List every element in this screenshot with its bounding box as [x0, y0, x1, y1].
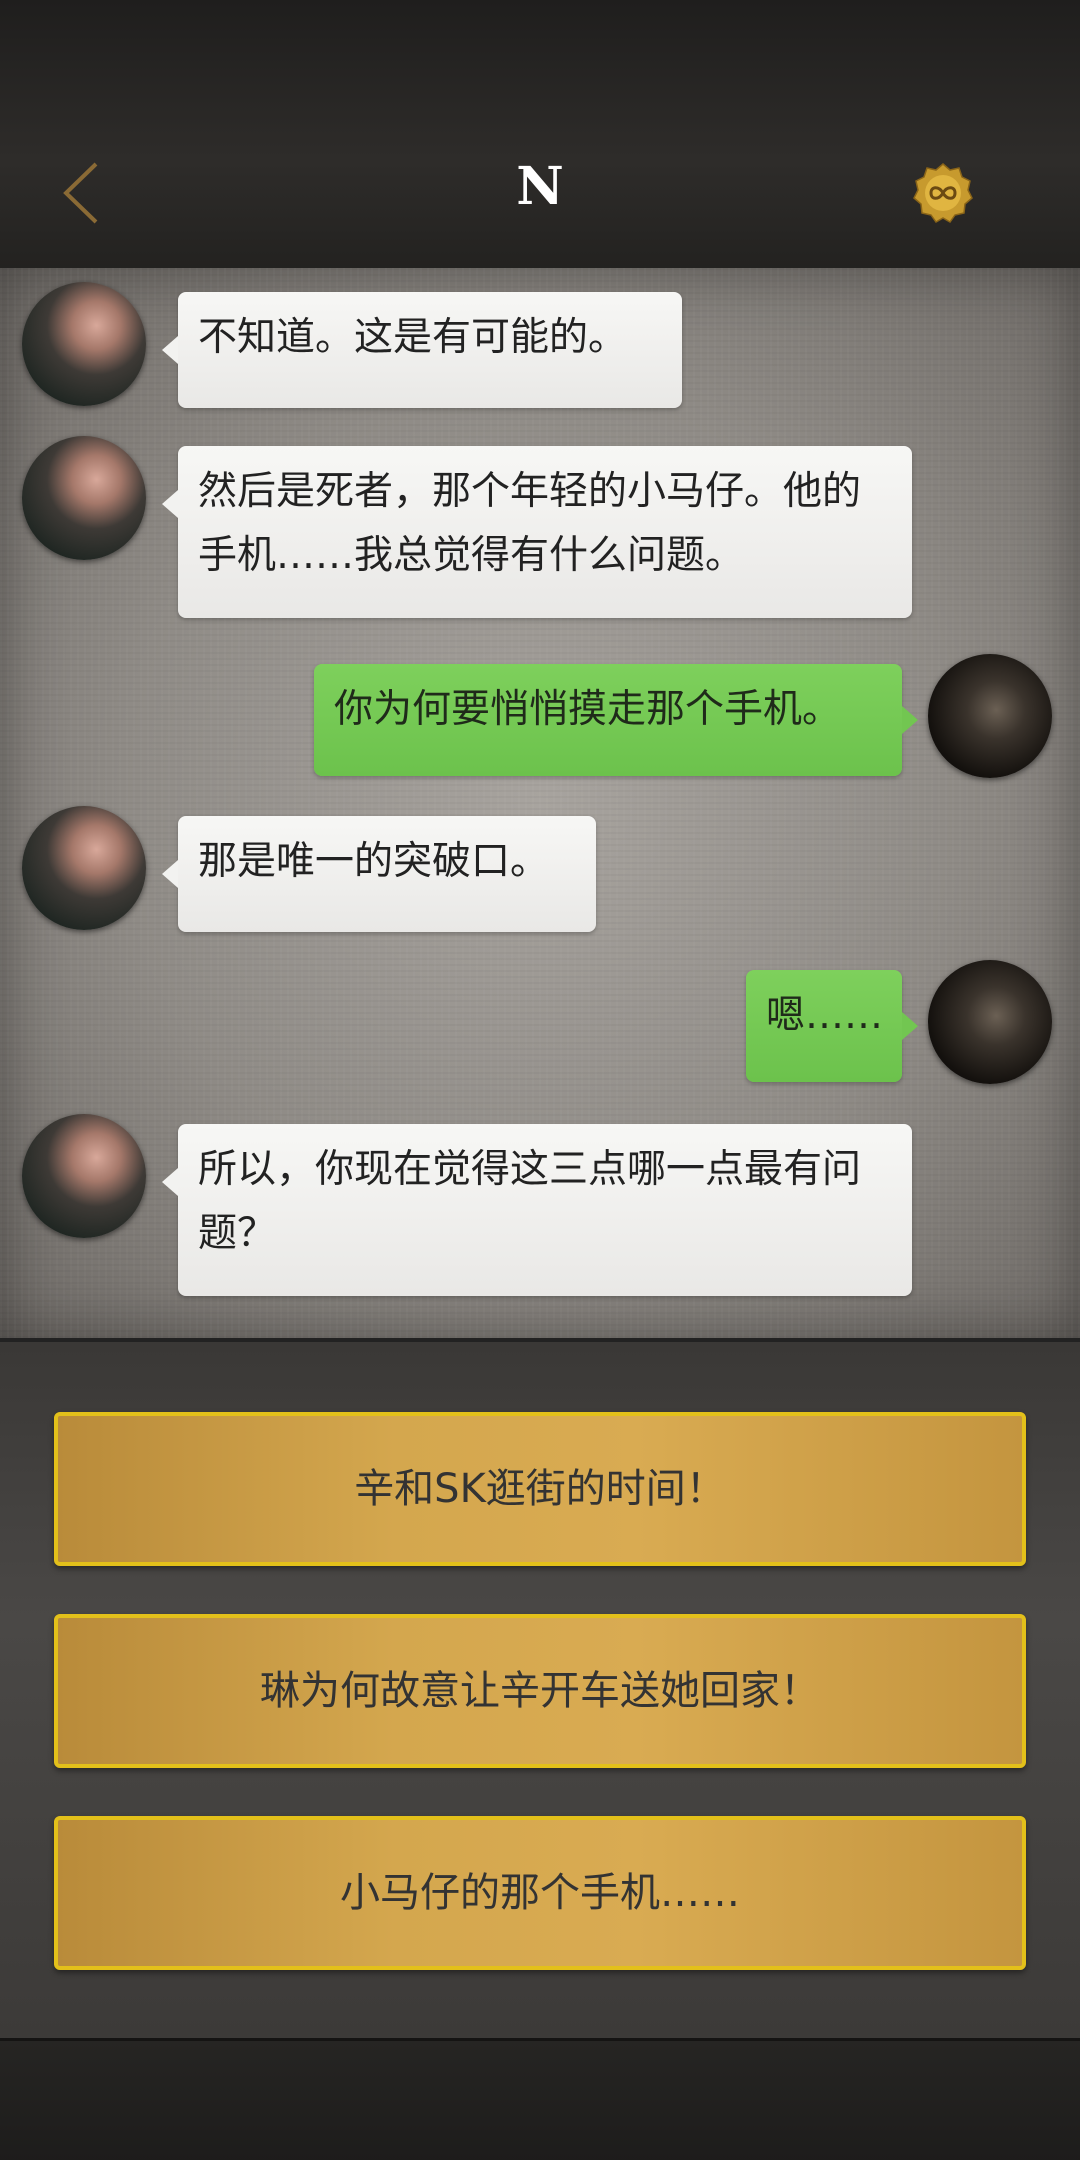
player-message-bubble: 嗯……: [746, 970, 918, 1082]
footer-bar: [0, 2038, 1080, 2160]
gold-coin-infinity-icon: [913, 163, 973, 223]
npc-avatar[interactable]: [22, 436, 146, 560]
npc-message-bubble: 那是唯一的突破口。: [162, 816, 596, 932]
game-screen: N 不知道。这是有可能的。 然后是死者，那个年轻的小马仔。他的手机……我总觉得有…: [0, 0, 1080, 2160]
player-message-bubble: 你为何要悄悄摸走那个手机。: [314, 664, 918, 776]
choice-option-2-button[interactable]: 琳为何故意让辛开车送她回家！: [54, 1614, 1026, 1768]
npc-avatar[interactable]: [22, 806, 146, 930]
npc-avatar[interactable]: [22, 282, 146, 406]
choice-panel: 辛和SK逛街的时间！ 琳为何故意让辛开车送她回家！ 小马仔的那个手机……: [0, 1338, 1080, 2042]
npc-message-bubble: 所以，你现在觉得这三点哪一点最有问题？: [162, 1124, 912, 1296]
header-bar: N: [0, 0, 1080, 271]
player-avatar[interactable]: [928, 654, 1052, 778]
choice-option-1-button[interactable]: 辛和SK逛街的时间！: [54, 1412, 1026, 1566]
coin-button[interactable]: [912, 162, 974, 224]
chat-area[interactable]: 不知道。这是有可能的。 然后是死者，那个年轻的小马仔。他的手机……我总觉得有什么…: [0, 268, 1080, 1338]
choice-option-3-button[interactable]: 小马仔的那个手机……: [54, 1816, 1026, 1970]
player-avatar[interactable]: [928, 960, 1052, 1084]
npc-message-bubble: 不知道。这是有可能的。: [162, 292, 682, 408]
npc-avatar[interactable]: [22, 1114, 146, 1238]
npc-message-bubble: 然后是死者，那个年轻的小马仔。他的手机……我总觉得有什么问题。: [162, 446, 912, 618]
